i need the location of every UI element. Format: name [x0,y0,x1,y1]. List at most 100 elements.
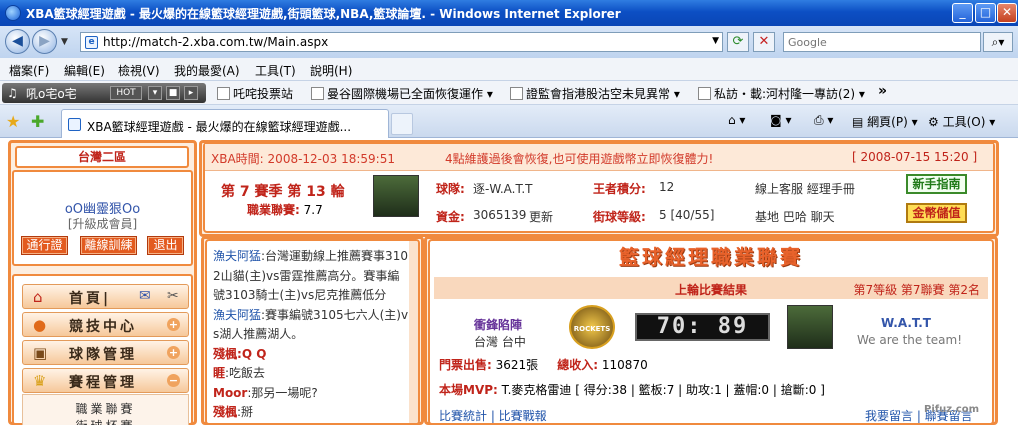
service-links[interactable]: 線上客服 經理手冊 [755,180,855,197]
url-field[interactable]: e http://match-2.xba.com.tw/Main.aspx ▼ [80,32,723,52]
link-news-1[interactable]: 曼谷國際機場已全面恢復運作 ▾ [311,85,493,102]
offline-training-button[interactable]: 離線訓練 [80,236,137,255]
close-button[interactable]: ✕ [997,3,1017,23]
maximize-button[interactable]: □ [975,3,996,23]
window-title: XBA籃球經理遊戲 - 最火爆的在線籃球經理遊戲,街頭籃球,NBA,籃球論壇. … [26,7,621,21]
mvp-value[interactable]: T.麥克格雷迪 [ 得分:38 | 籃板:7 | 助攻:1 | 蓋帽:0 | 搶… [502,383,825,397]
announcement-date: [ 2008-07-15 15:20 ] [852,150,978,164]
link-vote[interactable]: 吒咤投票站 [217,85,293,102]
logout-button[interactable]: 退出 [147,236,184,255]
away-team-avatar [787,305,833,349]
nav-home[interactable]: ⌂ 首頁| ✉ ✂ [22,284,189,309]
minimize-button[interactable]: _ [952,3,973,23]
new-tab-button[interactable] [391,113,413,135]
home-logo-text: ROCKETS [573,325,611,333]
street-level-label: 街球等級: [593,210,646,224]
menu-bar: 檔案(F) 編輯(E) 檢視(V) 我的最愛(A) 工具(T) 說明(H) [0,58,1018,81]
mail-icon[interactable]: ✉ [139,288,151,304]
url-text[interactable]: http://match-2.xba.com.tw/Main.aspx [103,35,328,49]
chat-scrollbar[interactable] [409,241,418,423]
funds-label: 資金: [436,210,465,224]
chat-user[interactable]: 睚 [213,366,225,380]
chevron-down-icon[interactable]: ▾ [670,87,680,101]
search-button[interactable]: ⌕▾ [983,32,1013,52]
away-team-name[interactable]: W.A.T.T [881,316,931,330]
home-icon[interactable]: ⌂ ▾ [728,113,745,127]
search-field[interactable] [783,32,981,52]
page-icon: e [85,36,98,49]
rss-feed-icon[interactable]: ◙ ▾ [770,113,791,127]
link-news-2[interactable]: 證監會指港股沽空未見異常 ▾ [510,85,680,102]
chat-user[interactable]: 漁夫阿猛 [213,308,261,322]
search-input[interactable] [784,33,964,51]
address-toolbar: ◀ ▶ ▼ e http://match-2.xba.com.tw/Main.a… [0,26,1018,58]
expand-plus-icon[interactable]: + [167,346,180,359]
radio-hot-button[interactable]: HOT [110,86,142,100]
recent-pages-dropdown-icon[interactable]: ▼ [61,37,68,47]
link-news-1-label: 曼谷國際機場已全面恢復運作 [327,87,484,101]
menu-edit[interactable]: 編輯(E) [64,62,105,79]
chat-text: :那另一場呢? [247,385,318,400]
chevron-down-icon[interactable]: ▾ [483,87,493,101]
radio-play-button[interactable]: ▸ [184,86,198,100]
nav-schedule[interactable]: ♛ 賽程管理 − [22,368,189,393]
menu-file[interactable]: 檔案(F) [9,62,49,79]
expand-plus-icon[interactable]: + [167,318,180,331]
menu-tools[interactable]: 工具(T) [255,62,296,79]
page-menu-label: 網頁(P) [867,115,908,129]
coin-topup-button[interactable]: 金幣儲值 [906,203,967,223]
radio-stop-button[interactable]: ■ [166,86,180,100]
chat-user[interactable]: 殘楓 [213,347,237,361]
tab-xba[interactable]: XBA籃球經理遊戲 - 最火爆的在線籃球經理遊戲... [61,109,389,139]
page-menu-button[interactable]: ▤ 網頁(P) ▾ [852,113,918,130]
match-stats-links[interactable]: 比賽統計 | 比賽戰報 [439,407,547,423]
nav-arena[interactable]: ● 競技中心 + [22,312,189,337]
radio-widget[interactable]: ♫ 吼o宅o宅 HOT ▾ ■ ▸ [2,83,206,103]
radio-menu-button[interactable]: ▾ [148,86,162,100]
street-level-value: 5 [40/55] [659,208,715,222]
nav-team-label: 球隊管理 [69,347,137,363]
nav-team[interactable]: ▣ 球隊管理 + [22,340,189,365]
home-team-logo: ROCKETS [569,305,615,349]
stop-button[interactable]: ✕ [753,32,775,52]
chat-user[interactable]: 殘楓 [213,405,237,419]
favorites-star-icon[interactable]: ★ [6,112,20,131]
print-icon[interactable]: ⎙ ▾ [814,113,833,128]
tools-icon[interactable]: ✂ [167,288,179,304]
back-button[interactable]: ◀ [5,29,30,54]
team-icon: ▣ [33,344,48,362]
menu-view[interactable]: 檢視(V) [118,62,160,79]
add-favorite-icon[interactable]: ✚ [31,112,44,131]
url-dropdown-icon[interactable]: ▼ [712,36,719,46]
home-team-name[interactable]: 衝鋒陷陣 [474,316,522,333]
forward-button[interactable]: ▶ [32,29,57,54]
links-more-chevron[interactable]: » [878,83,887,99]
king-points-label: 王者積分: [593,182,646,196]
refresh-button[interactable]: ⟳ [727,32,749,52]
funds-update-link[interactable]: 更新 [529,208,553,225]
menu-help[interactable]: 說明(H) [310,62,352,79]
xba-time-label: XBA時間: [211,152,264,166]
tools-menu-button[interactable]: ⚙ 工具(O) ▾ [928,113,995,130]
schedule-subnav: 職業聯賽 街球杯賽 [22,394,189,425]
link-page-icon [311,87,324,100]
chat-user[interactable]: 漁夫阿猛 [213,249,261,263]
chat-user[interactable]: Moor [213,386,247,400]
link-news-3[interactable]: 私訪・載:河村隆一專訪(2) ▾ [698,85,865,102]
passport-button[interactable]: 通行證 [21,236,68,255]
link-news-2-label: 證監會指港股沽空未見異常 [526,87,671,101]
region-title: 台灣二區 [15,146,189,168]
collapse-minus-icon[interactable]: − [167,374,180,387]
announcement[interactable]: 4點維護過後會恢復,也可使用遊戲幣立即恢復體力! [445,150,713,167]
menu-favorites[interactable]: 我的最愛(A) [174,62,240,79]
link-page-icon [510,87,523,100]
upgrade-member-link[interactable]: [升級成會員] [14,215,191,232]
newbie-guide-button[interactable]: 新手指南 [906,174,967,194]
subnav-pro-league[interactable]: 職業聯賽 [23,400,188,417]
xba-time: XBA時間: 2008-12-03 18:59:51 [211,150,395,167]
chat-text: :吃飯去 [225,366,266,380]
community-links[interactable]: 基地 巴哈 聊天 [755,208,835,225]
subnav-street-cup[interactable]: 街球杯賽 [23,417,188,425]
chevron-down-icon[interactable]: ▾ [855,87,865,101]
chat-message: Moor:那另一場呢? [213,384,410,404]
